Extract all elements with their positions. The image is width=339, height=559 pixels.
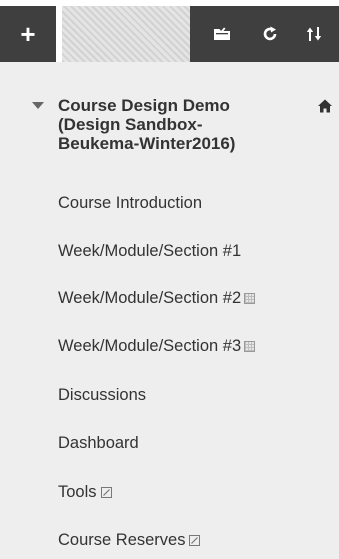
- course-menu: Course Design Demo (Design Sandbox- Beuk…: [0, 62, 339, 559]
- menu-item-label: Week/Module/Section #2: [58, 289, 242, 307]
- course-toolbar: +: [0, 0, 339, 62]
- menu-item-discussions[interactable]: Discussions: [58, 383, 146, 407]
- add-menu-item-button[interactable]: +: [0, 6, 56, 62]
- course-title-line-3: Beukema-Winter2016): [58, 134, 236, 153]
- folder-button[interactable]: [202, 6, 242, 62]
- menu-item-course-introduction[interactable]: Course Introduction: [58, 191, 202, 215]
- hidden-from-students-icon: [244, 292, 256, 304]
- menu-item-label: Discussions: [58, 386, 147, 404]
- course-header: Course Design Demo (Design Sandbox- Beuk…: [0, 94, 339, 174]
- course-title[interactable]: Course Design Demo (Design Sandbox- Beuk…: [58, 96, 298, 153]
- reorder-button[interactable]: [294, 6, 334, 62]
- menu-item-week-module-section-3[interactable]: Week/Module/Section #3: [58, 334, 256, 358]
- menu-item-label: Week/Module/Section #3: [58, 337, 242, 355]
- hidden-from-students-icon: [244, 340, 256, 352]
- plus-icon: +: [20, 18, 36, 49]
- menu-item-course-reserves[interactable]: Course Reserves: [58, 528, 201, 552]
- menu-item-dashboard[interactable]: Dashboard: [58, 431, 139, 455]
- menu-item-label: Dashboard: [58, 434, 139, 452]
- folder-icon: [214, 27, 230, 40]
- course-title-line-1: Course Design Demo: [58, 96, 230, 115]
- menu-item-week-module-section-2[interactable]: Week/Module/Section #2: [58, 286, 256, 310]
- home-icon[interactable]: [318, 99, 332, 118]
- menu-item-week-module-section-1[interactable]: Week/Module/Section #1: [58, 239, 241, 263]
- external-link-icon: [189, 534, 201, 546]
- refresh-button[interactable]: [250, 6, 290, 62]
- toolbar-icon-group: [190, 6, 339, 62]
- menu-item-label: Course Reserves: [58, 531, 186, 549]
- course-title-line-2: (Design Sandbox-: [58, 115, 203, 134]
- sort-icon: [306, 27, 322, 41]
- menu-item-label: Tools: [58, 483, 97, 501]
- menu-item-label: Week/Module/Section #1: [58, 242, 242, 260]
- menu-item-tools[interactable]: Tools: [58, 480, 112, 504]
- collapse-triangle-icon[interactable]: [32, 102, 44, 109]
- menu-item-label: Course Introduction: [58, 194, 202, 212]
- external-link-icon: [100, 486, 112, 498]
- toolbar-spacer: [62, 6, 190, 62]
- refresh-icon: [263, 26, 277, 41]
